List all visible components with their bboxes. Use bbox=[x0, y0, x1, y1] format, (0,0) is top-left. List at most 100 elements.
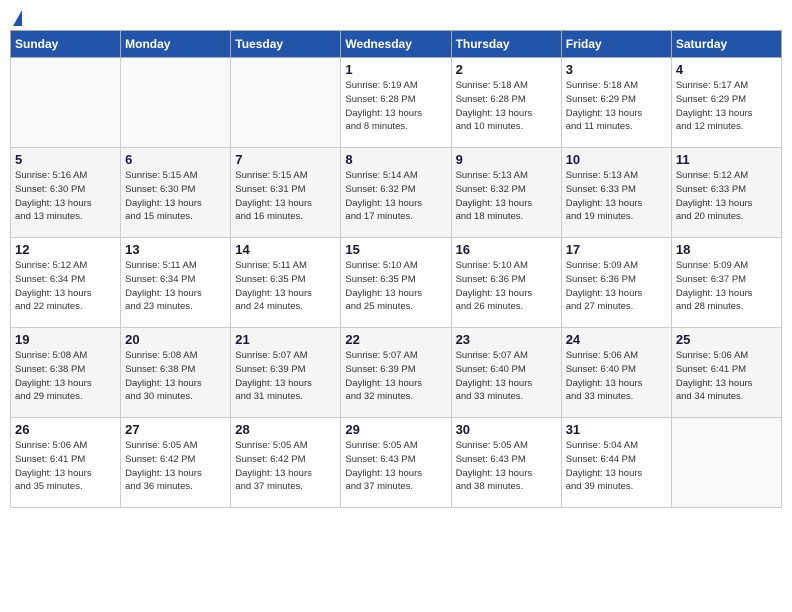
calendar-cell: 3 Sunrise: 5:18 AM Sunset: 6:29 PM Daylig… bbox=[561, 58, 671, 148]
calendar-cell: 12 Sunrise: 5:12 AM Sunset: 6:34 PM Dayli… bbox=[11, 238, 121, 328]
day-number: 29 bbox=[345, 422, 446, 437]
calendar-cell: 5Sunrise: 5:16 AM Sunset: 6:30 PM Daylig… bbox=[11, 148, 121, 238]
calendar-cell bbox=[231, 58, 341, 148]
sun-info: Sunrise: 5:07 AM Sunset: 6:39 PM Dayligh… bbox=[235, 349, 336, 404]
week-row-5: 26 Sunrise: 5:06 AM Sunset: 6:41 PM Dayli… bbox=[11, 418, 782, 508]
day-number: 13 bbox=[125, 242, 226, 257]
day-number: 10 bbox=[566, 152, 667, 167]
day-number: 4 bbox=[676, 62, 777, 77]
sun-info: Sunrise: 5:09 AM Sunset: 6:37 PM Dayligh… bbox=[676, 259, 777, 314]
sun-info: Sunrise: 5:05 AM Sunset: 6:42 PM Dayligh… bbox=[125, 439, 226, 494]
day-number: 9 bbox=[456, 152, 557, 167]
sun-info: Sunrise: 5:09 AM Sunset: 6:36 PM Dayligh… bbox=[566, 259, 667, 314]
calendar-cell: 29 Sunrise: 5:05 AM Sunset: 6:43 PM Dayli… bbox=[341, 418, 451, 508]
week-row-2: 5Sunrise: 5:16 AM Sunset: 6:30 PM Daylig… bbox=[11, 148, 782, 238]
calendar-cell bbox=[11, 58, 121, 148]
sun-info: Sunrise: 5:08 AM Sunset: 6:38 PM Dayligh… bbox=[125, 349, 226, 404]
logo bbox=[10, 10, 22, 26]
day-number: 8 bbox=[345, 152, 446, 167]
calendar-cell: 9 Sunrise: 5:13 AM Sunset: 6:32 PM Daylig… bbox=[451, 148, 561, 238]
day-header-tuesday: Tuesday bbox=[231, 31, 341, 58]
day-header-saturday: Saturday bbox=[671, 31, 781, 58]
day-number: 19 bbox=[15, 332, 116, 347]
sun-info: Sunrise: 5:05 AM Sunset: 6:42 PM Dayligh… bbox=[235, 439, 336, 494]
sun-info: Sunrise: 5:08 AM Sunset: 6:38 PM Dayligh… bbox=[15, 349, 116, 404]
sun-info: Sunrise: 5:15 AM Sunset: 6:31 PM Dayligh… bbox=[235, 169, 336, 224]
calendar-cell: 31 Sunrise: 5:04 AM Sunset: 6:44 PM Dayli… bbox=[561, 418, 671, 508]
calendar-cell: 1Sunrise: 5:19 AM Sunset: 6:28 PM Daylig… bbox=[341, 58, 451, 148]
day-number: 11 bbox=[676, 152, 777, 167]
day-header-wednesday: Wednesday bbox=[341, 31, 451, 58]
calendar-cell: 20 Sunrise: 5:08 AM Sunset: 6:38 PM Dayli… bbox=[121, 328, 231, 418]
calendar-cell: 17 Sunrise: 5:09 AM Sunset: 6:36 PM Dayli… bbox=[561, 238, 671, 328]
day-number: 16 bbox=[456, 242, 557, 257]
day-number: 31 bbox=[566, 422, 667, 437]
day-header-friday: Friday bbox=[561, 31, 671, 58]
sun-info: Sunrise: 5:12 AM Sunset: 6:34 PM Dayligh… bbox=[15, 259, 116, 314]
day-number: 12 bbox=[15, 242, 116, 257]
sun-info: Sunrise: 5:18 AM Sunset: 6:29 PM Dayligh… bbox=[566, 79, 667, 134]
sun-info: Sunrise: 5:05 AM Sunset: 6:43 PM Dayligh… bbox=[345, 439, 446, 494]
calendar-cell: 25Sunrise: 5:06 AM Sunset: 6:41 PM Dayli… bbox=[671, 328, 781, 418]
calendar-cell: 26 Sunrise: 5:06 AM Sunset: 6:41 PM Dayli… bbox=[11, 418, 121, 508]
sun-info: Sunrise: 5:10 AM Sunset: 6:36 PM Dayligh… bbox=[456, 259, 557, 314]
calendar-cell: 19 Sunrise: 5:08 AM Sunset: 6:38 PM Dayli… bbox=[11, 328, 121, 418]
sun-info: Sunrise: 5:15 AM Sunset: 6:30 PM Dayligh… bbox=[125, 169, 226, 224]
calendar-cell: 15Sunrise: 5:10 AM Sunset: 6:35 PM Dayli… bbox=[341, 238, 451, 328]
day-number: 23 bbox=[456, 332, 557, 347]
calendar-cell: 14 Sunrise: 5:11 AM Sunset: 6:35 PM Dayli… bbox=[231, 238, 341, 328]
calendar-cell: 21 Sunrise: 5:07 AM Sunset: 6:39 PM Dayli… bbox=[231, 328, 341, 418]
calendar-cell: 30 Sunrise: 5:05 AM Sunset: 6:43 PM Dayli… bbox=[451, 418, 561, 508]
day-number: 14 bbox=[235, 242, 336, 257]
calendar-cell: 23 Sunrise: 5:07 AM Sunset: 6:40 PM Dayli… bbox=[451, 328, 561, 418]
day-number: 21 bbox=[235, 332, 336, 347]
week-row-4: 19 Sunrise: 5:08 AM Sunset: 6:38 PM Dayli… bbox=[11, 328, 782, 418]
day-number: 18 bbox=[676, 242, 777, 257]
sun-info: Sunrise: 5:06 AM Sunset: 6:41 PM Dayligh… bbox=[15, 439, 116, 494]
sun-info: Sunrise: 5:05 AM Sunset: 6:43 PM Dayligh… bbox=[456, 439, 557, 494]
day-number: 17 bbox=[566, 242, 667, 257]
week-row-1: 1Sunrise: 5:19 AM Sunset: 6:28 PM Daylig… bbox=[11, 58, 782, 148]
calendar-cell: 27 Sunrise: 5:05 AM Sunset: 6:42 PM Dayli… bbox=[121, 418, 231, 508]
day-number: 22 bbox=[345, 332, 446, 347]
calendar-cell: 28Sunrise: 5:05 AM Sunset: 6:42 PM Dayli… bbox=[231, 418, 341, 508]
day-number: 20 bbox=[125, 332, 226, 347]
sun-info: Sunrise: 5:13 AM Sunset: 6:32 PM Dayligh… bbox=[456, 169, 557, 224]
week-row-3: 12 Sunrise: 5:12 AM Sunset: 6:34 PM Dayli… bbox=[11, 238, 782, 328]
sun-info: Sunrise: 5:11 AM Sunset: 6:35 PM Dayligh… bbox=[235, 259, 336, 314]
day-number: 2 bbox=[456, 62, 557, 77]
sun-info: Sunrise: 5:16 AM Sunset: 6:30 PM Dayligh… bbox=[15, 169, 116, 224]
sun-info: Sunrise: 5:18 AM Sunset: 6:28 PM Dayligh… bbox=[456, 79, 557, 134]
calendar-cell: 11 Sunrise: 5:12 AM Sunset: 6:33 PM Dayli… bbox=[671, 148, 781, 238]
day-header-sunday: Sunday bbox=[11, 31, 121, 58]
day-number: 15 bbox=[345, 242, 446, 257]
day-number: 7 bbox=[235, 152, 336, 167]
calendar-table: SundayMondayTuesdayWednesdayThursdayFrid… bbox=[10, 30, 782, 508]
calendar-cell: 13Sunrise: 5:11 AM Sunset: 6:34 PM Dayli… bbox=[121, 238, 231, 328]
calendar-cell: 2 Sunrise: 5:18 AM Sunset: 6:28 PM Daylig… bbox=[451, 58, 561, 148]
calendar-cell bbox=[121, 58, 231, 148]
sun-info: Sunrise: 5:04 AM Sunset: 6:44 PM Dayligh… bbox=[566, 439, 667, 494]
calendar-cell: 10Sunrise: 5:13 AM Sunset: 6:33 PM Dayli… bbox=[561, 148, 671, 238]
day-number: 27 bbox=[125, 422, 226, 437]
header bbox=[10, 10, 782, 26]
calendar-cell bbox=[671, 418, 781, 508]
calendar-body: 1Sunrise: 5:19 AM Sunset: 6:28 PM Daylig… bbox=[11, 58, 782, 508]
calendar-cell: 7 Sunrise: 5:15 AM Sunset: 6:31 PM Daylig… bbox=[231, 148, 341, 238]
sun-info: Sunrise: 5:07 AM Sunset: 6:40 PM Dayligh… bbox=[456, 349, 557, 404]
day-header-thursday: Thursday bbox=[451, 31, 561, 58]
sun-info: Sunrise: 5:19 AM Sunset: 6:28 PM Dayligh… bbox=[345, 79, 446, 134]
calendar-cell: 24 Sunrise: 5:06 AM Sunset: 6:40 PM Dayli… bbox=[561, 328, 671, 418]
calendar-cell: 22 Sunrise: 5:07 AM Sunset: 6:39 PM Dayli… bbox=[341, 328, 451, 418]
day-number: 26 bbox=[15, 422, 116, 437]
sun-info: Sunrise: 5:07 AM Sunset: 6:39 PM Dayligh… bbox=[345, 349, 446, 404]
day-number: 24 bbox=[566, 332, 667, 347]
sun-info: Sunrise: 5:06 AM Sunset: 6:40 PM Dayligh… bbox=[566, 349, 667, 404]
day-number: 30 bbox=[456, 422, 557, 437]
sun-info: Sunrise: 5:12 AM Sunset: 6:33 PM Dayligh… bbox=[676, 169, 777, 224]
calendar-cell: 8Sunrise: 5:14 AM Sunset: 6:32 PM Daylig… bbox=[341, 148, 451, 238]
sun-info: Sunrise: 5:17 AM Sunset: 6:29 PM Dayligh… bbox=[676, 79, 777, 134]
day-number: 3 bbox=[566, 62, 667, 77]
day-header-monday: Monday bbox=[121, 31, 231, 58]
calendar-cell: 6Sunrise: 5:15 AM Sunset: 6:30 PM Daylig… bbox=[121, 148, 231, 238]
